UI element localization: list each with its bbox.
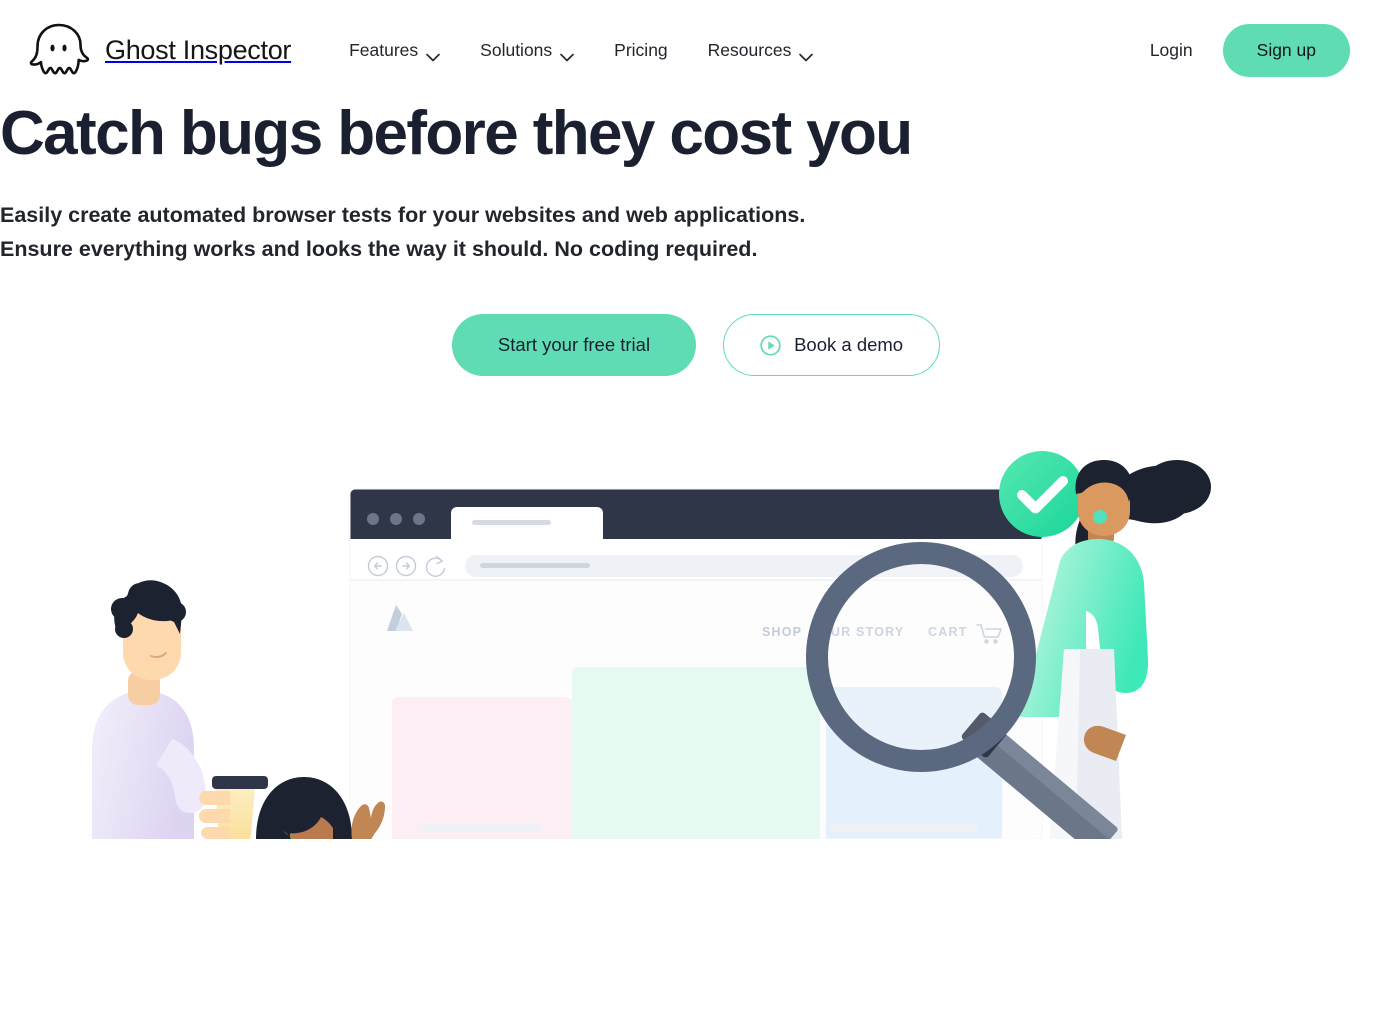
chevron-down-icon	[560, 46, 574, 62]
hero-section: Catch bugs before they cost you Easily c…	[0, 99, 1392, 840]
nav-item-resources[interactable]: Resources	[707, 40, 814, 62]
check-circle-icon	[999, 451, 1085, 538]
brand-logo-link[interactable]: Ghost Inspector	[26, 22, 291, 80]
tab-title-placeholder	[472, 520, 551, 526]
mock-card-mint	[572, 667, 820, 840]
hero-cta-group: Start your free trial Book a demo	[0, 314, 1392, 377]
main-navigation: Features Solutions Pricing Resources	[349, 40, 814, 62]
nav-label-features: Features	[349, 40, 419, 60]
nav-item-solutions[interactable]: Solutions	[480, 40, 574, 62]
nav-label-pricing: Pricing	[614, 40, 668, 60]
book-a-demo-label: Book a demo	[794, 334, 904, 356]
character-person-with-coffee	[92, 580, 268, 840]
book-a-demo-button[interactable]: Book a demo	[723, 314, 941, 377]
mock-card-caption-2	[828, 824, 978, 833]
brand-name: Ghost Inspector	[105, 35, 292, 65]
shop-nav-shop: SHOP	[762, 625, 802, 639]
hero-illustration: SHOP OUR STORY CART	[0, 439, 1392, 840]
chevron-down-icon	[799, 46, 814, 62]
nav-item-pricing[interactable]: Pricing	[614, 40, 668, 61]
browser-title-bar	[350, 489, 1042, 540]
character-seated-person	[256, 777, 352, 840]
chevron-down-icon	[426, 46, 440, 62]
hero-subtitle: Easily create automated browser tests fo…	[0, 199, 1392, 267]
ghost-icon	[26, 22, 92, 80]
play-circle-icon	[760, 334, 781, 356]
window-dot-1	[367, 513, 379, 526]
nav-item-features[interactable]: Features	[349, 40, 440, 62]
mock-card-pink	[392, 697, 572, 840]
header-actions: Login Sign up	[1150, 24, 1350, 77]
start-free-trial-button[interactable]: Start your free trial	[451, 314, 697, 377]
site-header: Ghost Inspector Features Solutions Prici…	[0, 0, 1392, 101]
url-placeholder	[480, 563, 590, 569]
mock-card-caption-1	[422, 824, 542, 833]
nav-label-resources: Resources	[707, 40, 792, 60]
hero-subtitle-line-2: Ensure everything works and looks the wa…	[0, 237, 758, 262]
window-dot-3	[413, 513, 425, 526]
signup-button[interactable]: Sign up	[1222, 24, 1350, 77]
window-dot-2	[390, 513, 402, 526]
page-title: Catch bugs before they cost you	[0, 99, 913, 168]
login-link[interactable]: Login	[1150, 40, 1193, 61]
nav-label-solutions: Solutions	[480, 40, 553, 60]
hero-subtitle-line-1: Easily create automated browser tests fo…	[0, 203, 806, 228]
